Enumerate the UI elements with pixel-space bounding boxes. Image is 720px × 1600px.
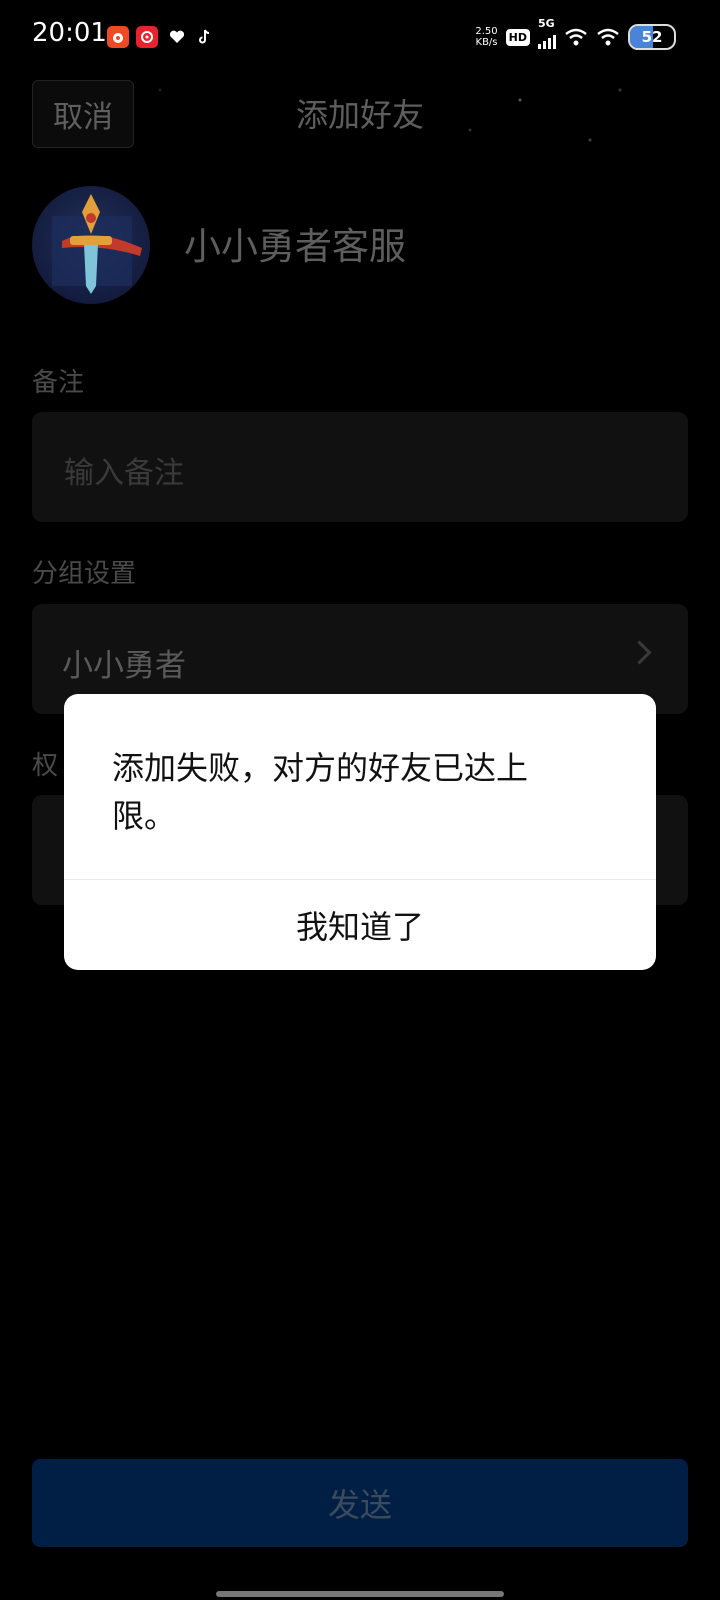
- remark-placeholder: 输入备注: [64, 456, 184, 491]
- dialog-confirm-button[interactable]: 我知道了: [64, 880, 656, 970]
- network-speed-value: 2.50: [475, 26, 498, 37]
- send-button[interactable]: 发送: [32, 1459, 688, 1547]
- sword-avatar-icon: [52, 194, 142, 294]
- home-indicator[interactable]: [216, 1591, 504, 1597]
- chevron-right-icon: [627, 640, 652, 665]
- wifi-icon-1: [565, 28, 587, 46]
- heart-app-icon: [166, 26, 188, 48]
- remark-label: 备注: [32, 368, 85, 398]
- network-type-label: 5G: [538, 17, 555, 30]
- network-speed-unit: KB/s: [475, 37, 498, 48]
- dialog-message: 添加失败，对方的好友已达上限。: [112, 749, 529, 835]
- status-indicators: 2.50 KB/s HD 5G 52: [475, 17, 676, 50]
- remark-field[interactable]: 输入备注: [32, 412, 688, 522]
- avatar[interactable]: [32, 186, 150, 304]
- tiktok-icon: [194, 26, 216, 48]
- wifi-icon-2: [597, 28, 619, 46]
- group-label: 分组设置: [32, 559, 137, 589]
- error-dialog: 添加失败，对方的好友已达上限。 我知道了: [64, 694, 656, 970]
- group-value: 小小勇者: [62, 648, 186, 684]
- weibo-icon: [107, 26, 129, 48]
- permission-label: 权: [32, 751, 59, 781]
- network-speed: 2.50 KB/s: [475, 26, 497, 48]
- battery-level: 52: [641, 28, 663, 46]
- battery-icon: 52: [628, 24, 676, 50]
- hd-badge: HD: [505, 28, 530, 46]
- status-bar: 20:01 2.50 KB/s HD 5G 52: [0, 0, 720, 70]
- page-title: 添加好友: [295, 96, 424, 134]
- friend-name: 小小勇者客服: [184, 225, 406, 268]
- netease-music-icon: [136, 26, 158, 48]
- cellular-signal-icon: 5G: [538, 17, 556, 49]
- clock: 20:01: [32, 18, 107, 48]
